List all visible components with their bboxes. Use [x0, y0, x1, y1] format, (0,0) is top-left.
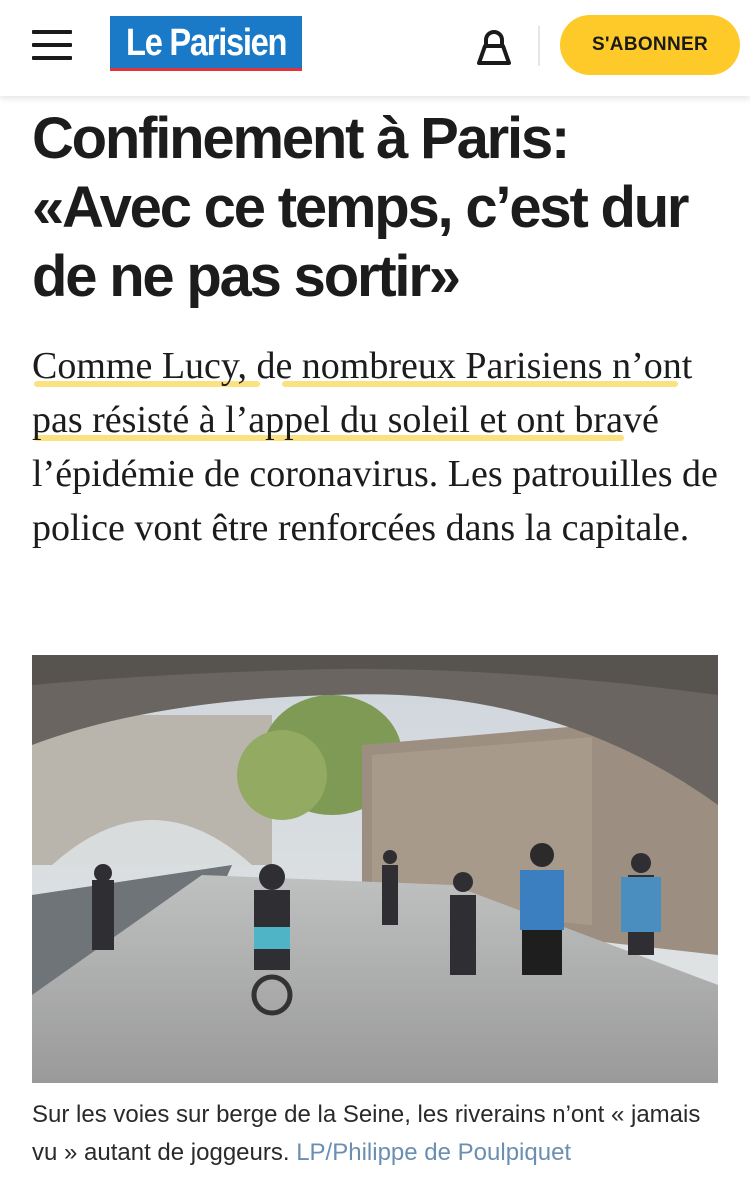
photo-credit[interactable]: LP/Philippe de Poulpiquet: [296, 1139, 571, 1166]
site-logo[interactable]: Le Parisien: [110, 16, 302, 70]
lead-text: Comme Lucy: [32, 345, 238, 387]
photo-caption: Sur les voies sur berge de la Seine, les…: [32, 1096, 732, 1172]
logo-underline: [110, 68, 302, 71]
user-icon[interactable]: [474, 27, 514, 67]
article-lead: Comme Lucy, de nombreux Parisiens n’ont …: [32, 339, 732, 555]
logo-text: Le Parisien: [125, 21, 287, 64]
header-divider: [538, 26, 540, 66]
subscribe-button[interactable]: S'ABONNER: [560, 15, 740, 75]
lead-text: de nombreux Parisiens: [256, 345, 603, 387]
article-photo[interactable]: [32, 655, 718, 1083]
article-headline: Confinement à Paris: «Avec ce temps, c’e…: [32, 106, 690, 309]
menu-icon[interactable]: [32, 28, 72, 62]
site-header: Le Parisien S'ABONNER: [0, 0, 750, 96]
lead-text: ,: [237, 345, 257, 387]
